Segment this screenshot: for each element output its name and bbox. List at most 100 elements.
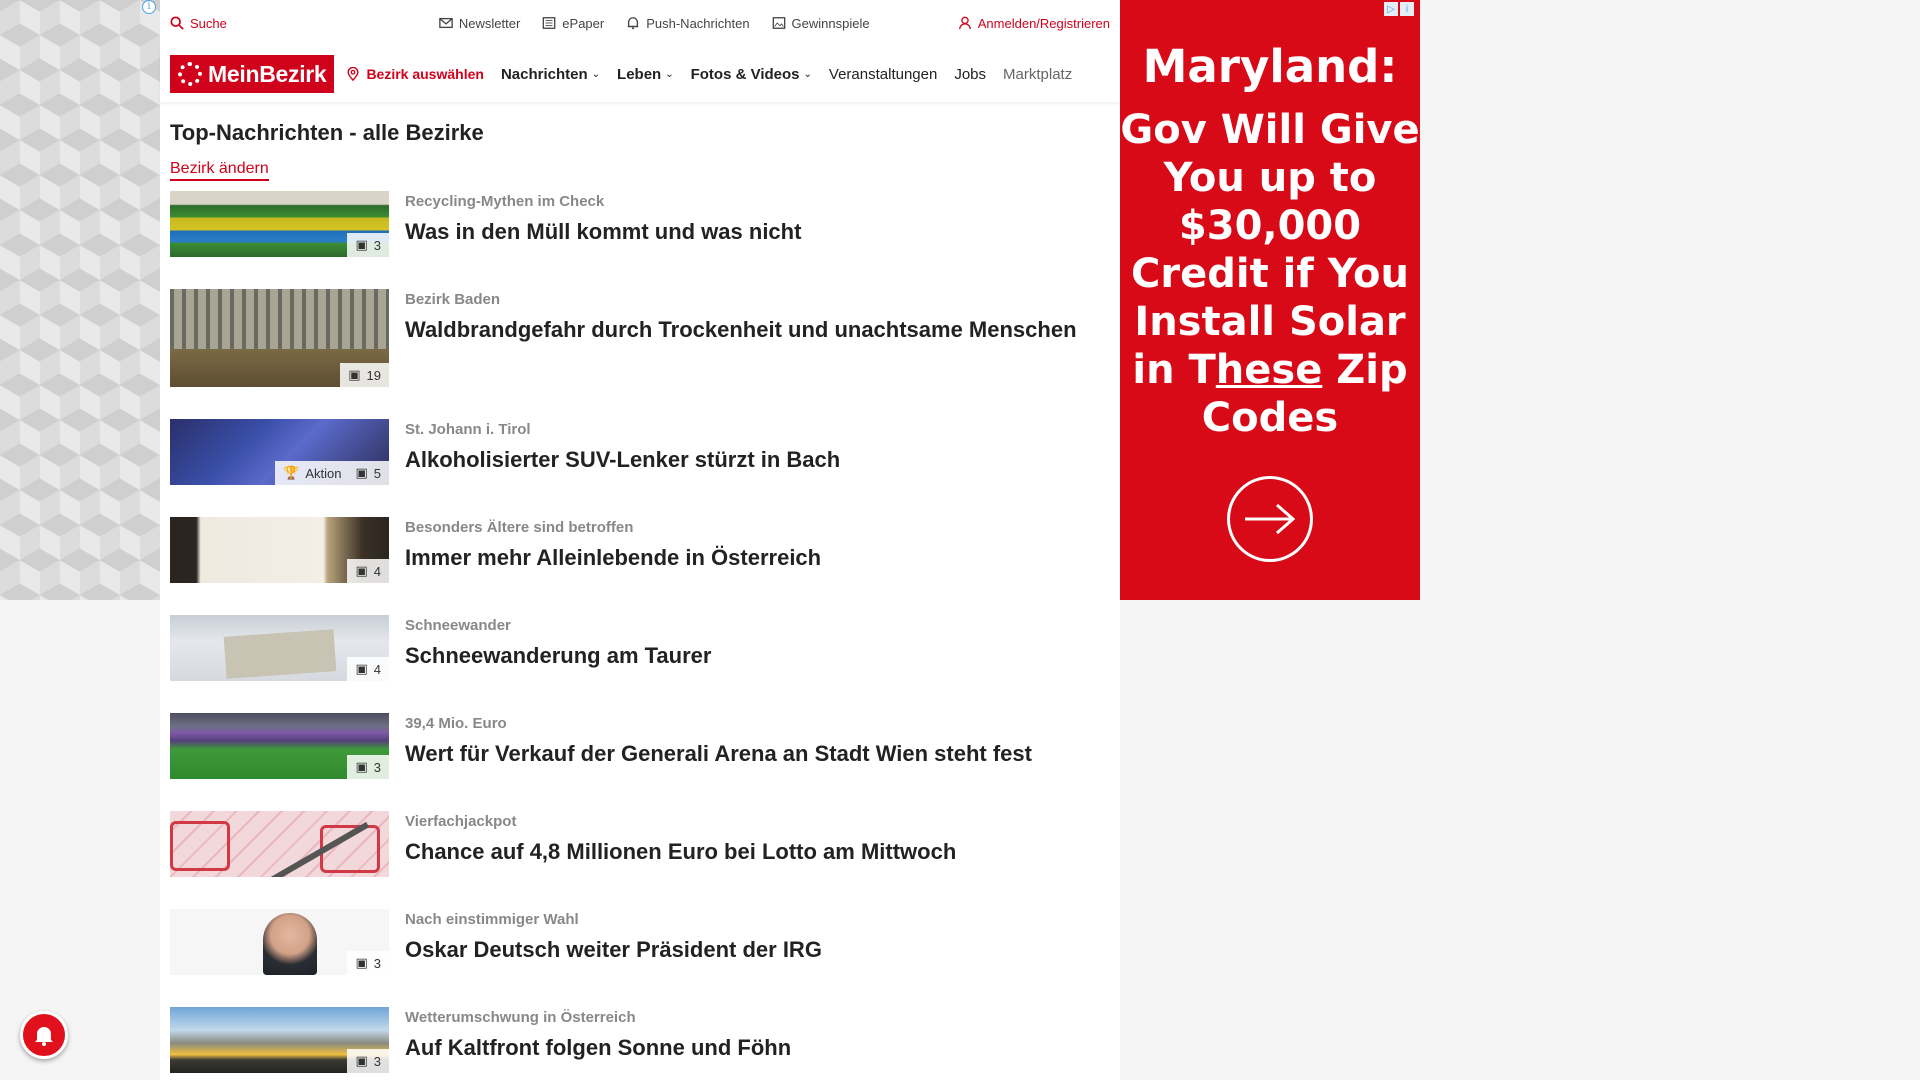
article-item[interactable]: ▣ 3 Wetterumschwung in Österreich Auf Ka…: [170, 1007, 1110, 1080]
article-item[interactable]: 🏆 Aktion ▣ 5 St. Johann i. Tirol Alkohol…: [170, 419, 1110, 507]
article-item[interactable]: ▣ 4 Besonders Ältere sind betroffen Imme…: [170, 517, 1110, 605]
ad-copy: Gov Will Give You up to $30,000 Credit i…: [1120, 106, 1420, 442]
article-kicker: Vierfachjackpot: [405, 813, 517, 830]
nav-item-label: Jobs: [954, 65, 987, 83]
image-count-badge: ▣ 3: [347, 233, 389, 257]
mail-icon: [439, 17, 453, 29]
push-label: Push-Nachrichten: [646, 15, 750, 31]
nav-item-marktplatz[interactable]: Marktplatz: [1003, 66, 1072, 83]
article-thumbnail[interactable]: ▣ 4: [170, 615, 389, 681]
nav-item-nachrichten[interactable]: Nachrichten ⌄: [501, 66, 600, 83]
article-kicker: Nach einstimmiger Wahl: [405, 911, 579, 928]
article-headline[interactable]: Oskar Deutsch weiter Präsident der IRG: [405, 934, 822, 965]
ad-info-icon[interactable]: i: [142, 0, 156, 14]
ad-info-icon[interactable]: i: [1400, 2, 1414, 16]
ad-arrow-button[interactable]: [1227, 476, 1313, 562]
gallery-icon: ▣: [355, 563, 368, 578]
article-kicker: St. Johann i. Tirol: [405, 421, 531, 438]
gallery-icon: ▣: [355, 759, 368, 774]
article-thumbnail[interactable]: ▣ 3: [170, 191, 389, 257]
article-item[interactable]: ▣ 19 Bezirk Baden Waldbrandgefahr durch …: [170, 289, 1110, 409]
newsletter-link[interactable]: Newsletter: [439, 16, 520, 31]
trophy-icon: 🏆: [283, 465, 300, 480]
article-item[interactable]: ▣ 3 Nach einstimmiger Wahl Oskar Deutsch…: [170, 909, 1110, 997]
main-column: Suche Newsletter ePaper Push-Nachrichten…: [160, 0, 1120, 1080]
article-item[interactable]: Vierfachjackpot Chance auf 4,8 Millionen…: [170, 811, 1110, 899]
nav-item-jobs[interactable]: Jobs: [954, 66, 986, 83]
article-headline[interactable]: Wert für Verkauf der Generali Arena an S…: [405, 738, 1032, 769]
image-count: 4: [373, 661, 381, 677]
article-headline[interactable]: Was in den Müll kommt und was nicht: [405, 216, 801, 247]
article-headline[interactable]: Auf Kaltfront folgen Sonne und Föhn: [405, 1032, 791, 1063]
gallery-icon: ▣: [355, 661, 368, 676]
utility-bar: Suche Newsletter ePaper Push-Nachrichten…: [160, 0, 1120, 46]
nav-item-label: Veranstaltungen: [828, 65, 938, 83]
search-link[interactable]: Suche: [170, 16, 227, 31]
ad-headline: Maryland:: [1142, 40, 1398, 93]
gallery-icon: ▣: [355, 955, 368, 970]
login-link[interactable]: Anmelden/Registrieren: [958, 16, 1110, 31]
image-count-badge: ▣ 3: [347, 951, 389, 975]
article-headline[interactable]: Schneewanderung am Taurer: [405, 640, 711, 671]
change-district-link[interactable]: Bezirk ändern: [170, 160, 269, 181]
push-link[interactable]: Push-Nachrichten: [626, 15, 750, 31]
ad-markers[interactable]: ▷ i: [1384, 2, 1414, 16]
gift-icon: [772, 17, 785, 29]
image-count-badge: 🏆 Aktion ▣ 5: [275, 461, 389, 485]
newspaper-icon: [542, 17, 556, 29]
article-item[interactable]: ▣ 4 Schneewander Schneewanderung am Taur…: [170, 615, 1110, 703]
article-headline[interactable]: Chance auf 4,8 Millionen Euro bei Lotto …: [405, 836, 956, 867]
article-item[interactable]: ▣ 3 Recycling-Mythen im Check Was in den…: [170, 191, 1110, 279]
image-count: 3: [373, 759, 381, 775]
article-headline[interactable]: Immer mehr Alleinlebende in Österreich: [405, 542, 821, 573]
content-area: Top-Nachrichten - alle Bezirke Bezirk än…: [160, 120, 1120, 1080]
select-district-button[interactable]: Bezirk auswählen: [346, 66, 484, 82]
article-kicker: 39,4 Mio. Euro: [405, 715, 507, 732]
image-count: 3: [373, 237, 381, 253]
epaper-link[interactable]: ePaper: [542, 16, 604, 31]
image-count: 3: [373, 955, 381, 971]
advertisement[interactable]: ▷ i Maryland: Gov Will Give You up to $3…: [1120, 0, 1420, 600]
contests-label: Gewinnspiele: [791, 15, 870, 31]
ad-line: You up to: [1163, 155, 1377, 201]
image-count: 19: [366, 367, 381, 383]
ad-line: $30,000: [1178, 203, 1362, 249]
article-thumbnail[interactable]: ▣ 3: [170, 713, 389, 779]
location-pin-icon: [347, 67, 359, 81]
contests-link[interactable]: Gewinnspiele: [772, 16, 870, 31]
article-headline[interactable]: Waldbrandgefahr durch Trockenheit und un…: [405, 314, 1077, 345]
gallery-icon: ▣: [355, 465, 368, 480]
article-kicker: Bezirk Baden: [405, 291, 501, 308]
image-count-badge: ▣ 3: [347, 1049, 389, 1073]
search-label: Suche: [190, 15, 227, 31]
article-thumbnail[interactable]: ▣ 3: [170, 909, 389, 975]
article-kicker: Wetterumschwung in Österreich: [405, 1009, 636, 1026]
notification-bell-button[interactable]: [20, 1011, 68, 1059]
main-navigation: MeinBezirk Bezirk auswählen Nachrichten ⌄…: [160, 46, 1120, 102]
gallery-icon: ▣: [355, 1053, 368, 1068]
action-badge: 🏆 Aktion: [283, 465, 341, 481]
newsletter-label: Newsletter: [458, 15, 521, 31]
nav-item-leben[interactable]: Leben ⌄: [617, 66, 674, 83]
ad-choices-icon[interactable]: ▷: [1384, 2, 1398, 16]
nav-item-label: Nachrichten: [500, 65, 588, 83]
image-count-badge: ▣ 19: [340, 363, 389, 387]
arrow-right-icon: [1245, 503, 1296, 535]
bell-icon: [627, 17, 639, 30]
article-item[interactable]: ▣ 3 39,4 Mio. Euro Wert für Verkauf der …: [170, 713, 1110, 801]
article-thumbnail[interactable]: 🏆 Aktion ▣ 5: [170, 419, 389, 485]
chevron-down-icon: ⌄: [665, 68, 674, 80]
ad-line: Credit if You: [1131, 251, 1409, 297]
page-title: Top-Nachrichten - alle Bezirke: [170, 120, 484, 145]
epaper-label: ePaper: [562, 15, 605, 31]
nav-item-veranstaltungen[interactable]: Veranstaltungen: [829, 66, 937, 83]
article-thumbnail[interactable]: ▣ 4: [170, 517, 389, 583]
image-count: 3: [373, 1053, 381, 1069]
nav-item-fotos-videos[interactable]: Fotos & Videos ⌄: [691, 66, 812, 83]
image-count: 5: [373, 465, 381, 481]
article-thumbnail[interactable]: ▣ 3: [170, 1007, 389, 1073]
article-thumbnail[interactable]: [170, 811, 389, 877]
logo[interactable]: MeinBezirk: [170, 55, 335, 93]
article-headline[interactable]: Alkoholisierter SUV-Lenker stürzt in Bac…: [405, 444, 840, 475]
article-thumbnail[interactable]: ▣ 19: [170, 289, 389, 387]
